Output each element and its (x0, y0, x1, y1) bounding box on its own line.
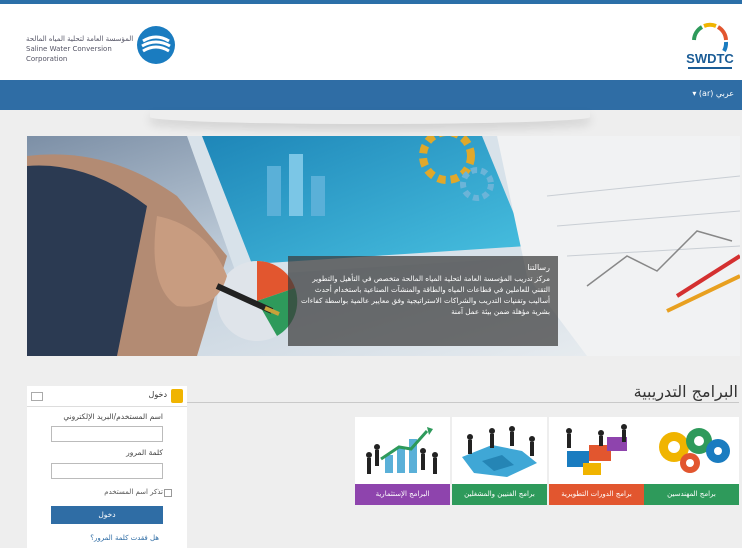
programs-divider (183, 402, 739, 403)
caption-text: مركز تدريب المؤسسة العامة لتحلية المياه … (300, 274, 550, 316)
forgot-password-link[interactable]: هل فقدت كلمة المرور؟ (90, 534, 159, 542)
username-field[interactable] (51, 426, 163, 442)
org-name: المؤسسة العامة لتحلية المياه المالحة Sal… (26, 34, 134, 64)
caption-title: رسالتنا (527, 263, 550, 272)
program-card-development[interactable]: برامج الدورات التطويرية (549, 417, 644, 505)
main-navbar: عربي (ar) ▾ (0, 80, 742, 110)
swcc-emblem-icon (137, 26, 175, 64)
remember-checkbox[interactable] (164, 489, 172, 497)
login-title: دخول (148, 390, 167, 399)
navbar-shadow (150, 110, 590, 124)
org-name-en: Saline Water Conversion Corporation (26, 45, 112, 63)
mission-caption: رسالتنا مركز تدريب المؤسسة العامة لتحلية… (288, 256, 558, 346)
puzzle-team-icon (566, 424, 627, 475)
login-header: دخول (27, 386, 187, 407)
remember-username[interactable]: تذكر اسم المستخدم (104, 488, 172, 497)
programs-heading: البرامج التدريبية (633, 382, 738, 401)
lock-icon (171, 389, 183, 403)
org-name-ar: المؤسسة العامة لتحلية المياه المالحة (26, 35, 134, 43)
swdtc-logo[interactable]: SWDTC (684, 18, 736, 74)
program-card-technicians[interactable]: برامج الفنيين والمشغلين (452, 417, 547, 505)
program-label: برامج الفنيين والمشغلين (452, 484, 547, 505)
puzzle-people-icon (462, 426, 537, 477)
brand-text: SWDTC (686, 51, 734, 66)
program-card-engineers[interactable]: برامج المهندسين (644, 417, 739, 505)
site-header: المؤسسة العامة لتحلية المياه المالحة Sal… (0, 4, 742, 80)
program-label: برامج الدورات التطويرية (549, 484, 644, 505)
collapse-icon[interactable] (31, 392, 43, 401)
login-panel: دخول اسم المستخدم/البريد الإلكتروني كلمة… (27, 386, 187, 548)
program-label: البرامج الإستثمارية (355, 484, 450, 505)
remember-label: تذكر اسم المستخدم (104, 488, 163, 496)
language-selector[interactable]: عربي (ar) ▾ (692, 89, 734, 98)
growth-chart-icon (366, 427, 438, 474)
password-field[interactable] (51, 463, 163, 479)
program-label: برامج المهندسين (644, 484, 739, 505)
password-label: كلمة المرور (126, 448, 163, 457)
gears-icon (659, 428, 730, 473)
org-logo[interactable]: المؤسسة العامة لتحلية المياه المالحة Sal… (26, 26, 175, 66)
program-card-investment[interactable]: البرامج الإستثمارية (355, 417, 450, 505)
hero-banner: رسالتنا مركز تدريب المؤسسة العامة لتحلية… (27, 136, 740, 356)
login-button[interactable]: دخول (51, 506, 163, 524)
username-label: اسم المستخدم/البريد الإلكتروني (63, 412, 163, 421)
